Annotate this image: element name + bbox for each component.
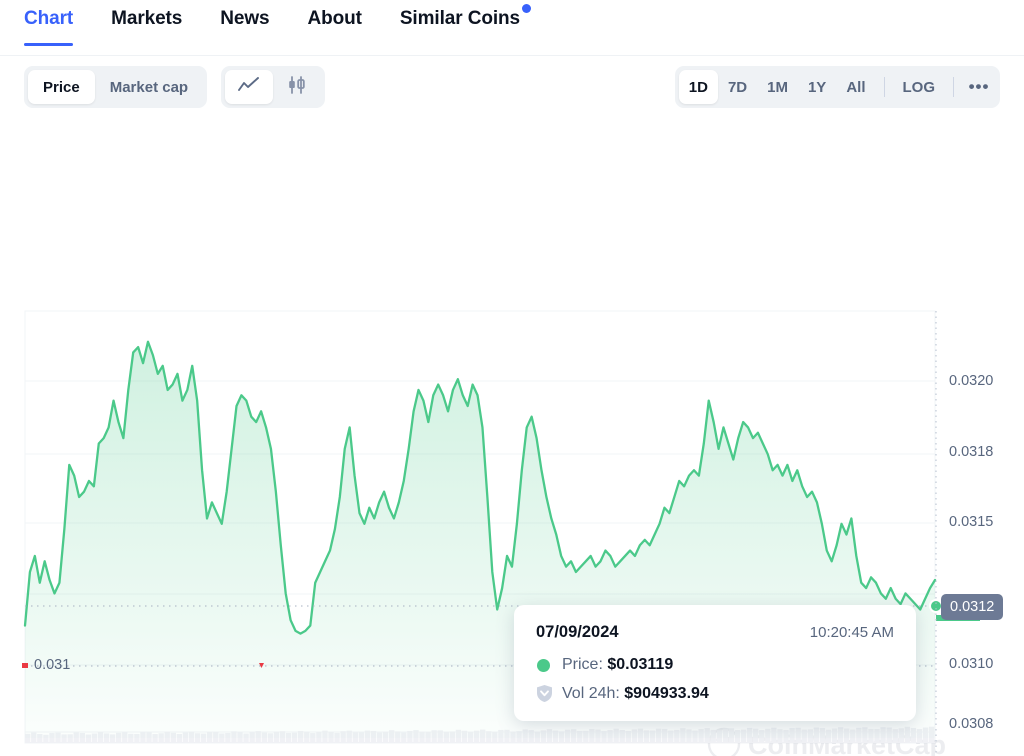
candlestick-chart-icon	[286, 76, 308, 98]
tooltip-price-value: $0.03119	[607, 656, 674, 673]
more-options-button[interactable]: •••	[962, 70, 996, 104]
log-scale-label: LOG	[902, 78, 936, 96]
tooltip-price-label: Price:	[562, 656, 603, 673]
tab-markets-label: Markets	[111, 8, 183, 29]
tab-about-label: About	[307, 8, 362, 29]
tab-about[interactable]: About	[307, 0, 361, 46]
tab-markets[interactable]: Markets	[111, 0, 182, 46]
chart-type-candlestick-button[interactable]	[273, 70, 321, 104]
y-tick-label-1: 0.0318	[949, 444, 994, 460]
tab-news[interactable]: News	[220, 0, 269, 46]
tab-chart-label: Chart	[24, 8, 74, 29]
line-chart-icon	[238, 77, 260, 97]
metric-option-market-cap-label: Market cap	[109, 78, 189, 96]
tooltip-price-row: Price: $0.03119	[536, 656, 894, 674]
price-chart[interactable]: CoinMarketCap 0.0320 0.0318 0.0315 0.031…	[0, 118, 1024, 756]
time-range-group: 1D 7D 1M 1Y All LOG •••	[674, 66, 1000, 108]
range-7d[interactable]: 7D	[718, 70, 757, 104]
tooltip-volume-text: Vol 24h: $904933.94	[562, 685, 709, 703]
tooltip-time: 10:20:45 AM	[809, 624, 894, 641]
y-tick-label-4: 0.0310	[949, 656, 994, 672]
tooltip-header: 07/09/2024 10:20:45 AM	[536, 623, 894, 642]
toolbar-divider-2	[953, 77, 954, 97]
y-tick-label-5: 0.0308	[949, 716, 994, 732]
range-1y-label: 1Y	[807, 78, 827, 96]
tab-news-label: News	[220, 8, 270, 29]
notification-dot-icon	[521, 4, 531, 13]
price-legend-dot-icon	[536, 658, 562, 672]
chart-toolbar: Price Market cap 1D 7D 1M 1Y All LOG •••	[0, 56, 1024, 118]
metric-option-price[interactable]: Price	[28, 70, 95, 104]
tooltip-volume-value: $904933.94	[624, 684, 709, 702]
metric-toggle-group: Price Market cap	[24, 66, 208, 108]
chart-tooltip: 07/09/2024 10:20:45 AM Price: $0.03119 V…	[514, 605, 916, 721]
tab-similar-coins-label: Similar Coins	[399, 8, 520, 29]
tooltip-price-text: Price: $0.03119	[562, 656, 673, 674]
range-7d-label: 7D	[727, 78, 748, 96]
range-all[interactable]: All	[836, 70, 875, 104]
chart-type-line-button[interactable]	[225, 70, 274, 104]
tooltip-volume-label: Vol 24h:	[562, 684, 620, 702]
metric-option-price-label: Price	[43, 78, 80, 96]
ellipsis-icon: •••	[968, 77, 990, 96]
range-1m[interactable]: 1M	[757, 70, 798, 104]
tab-chart[interactable]: Chart	[24, 0, 74, 46]
metric-option-market-cap[interactable]: Market cap	[95, 70, 203, 104]
range-1m-label: 1M	[767, 78, 788, 96]
low-price-tick	[22, 663, 28, 668]
y-tick-label-2: 0.0315	[949, 514, 994, 530]
tab-bar: Chart Markets News About Similar Coins	[0, 0, 1024, 56]
range-1d[interactable]: 1D	[678, 70, 718, 104]
current-price-badge: 0.0312	[941, 594, 1004, 620]
tooltip-volume-row: Vol 24h: $904933.94	[536, 684, 894, 703]
low-price-label: 0.031	[34, 657, 71, 673]
toolbar-divider-1	[883, 77, 885, 97]
range-1d-label: 1D	[688, 78, 708, 96]
log-scale-button[interactable]: LOG	[893, 70, 946, 104]
range-all-label: All	[846, 78, 866, 96]
chart-type-toggle-group	[221, 66, 326, 108]
volume-shield-icon	[536, 684, 562, 703]
tab-similar-coins[interactable]: Similar Coins	[399, 0, 531, 46]
range-1y[interactable]: 1Y	[798, 70, 836, 104]
y-tick-label-0: 0.0320	[949, 373, 994, 389]
tooltip-date: 07/09/2024	[536, 623, 619, 641]
